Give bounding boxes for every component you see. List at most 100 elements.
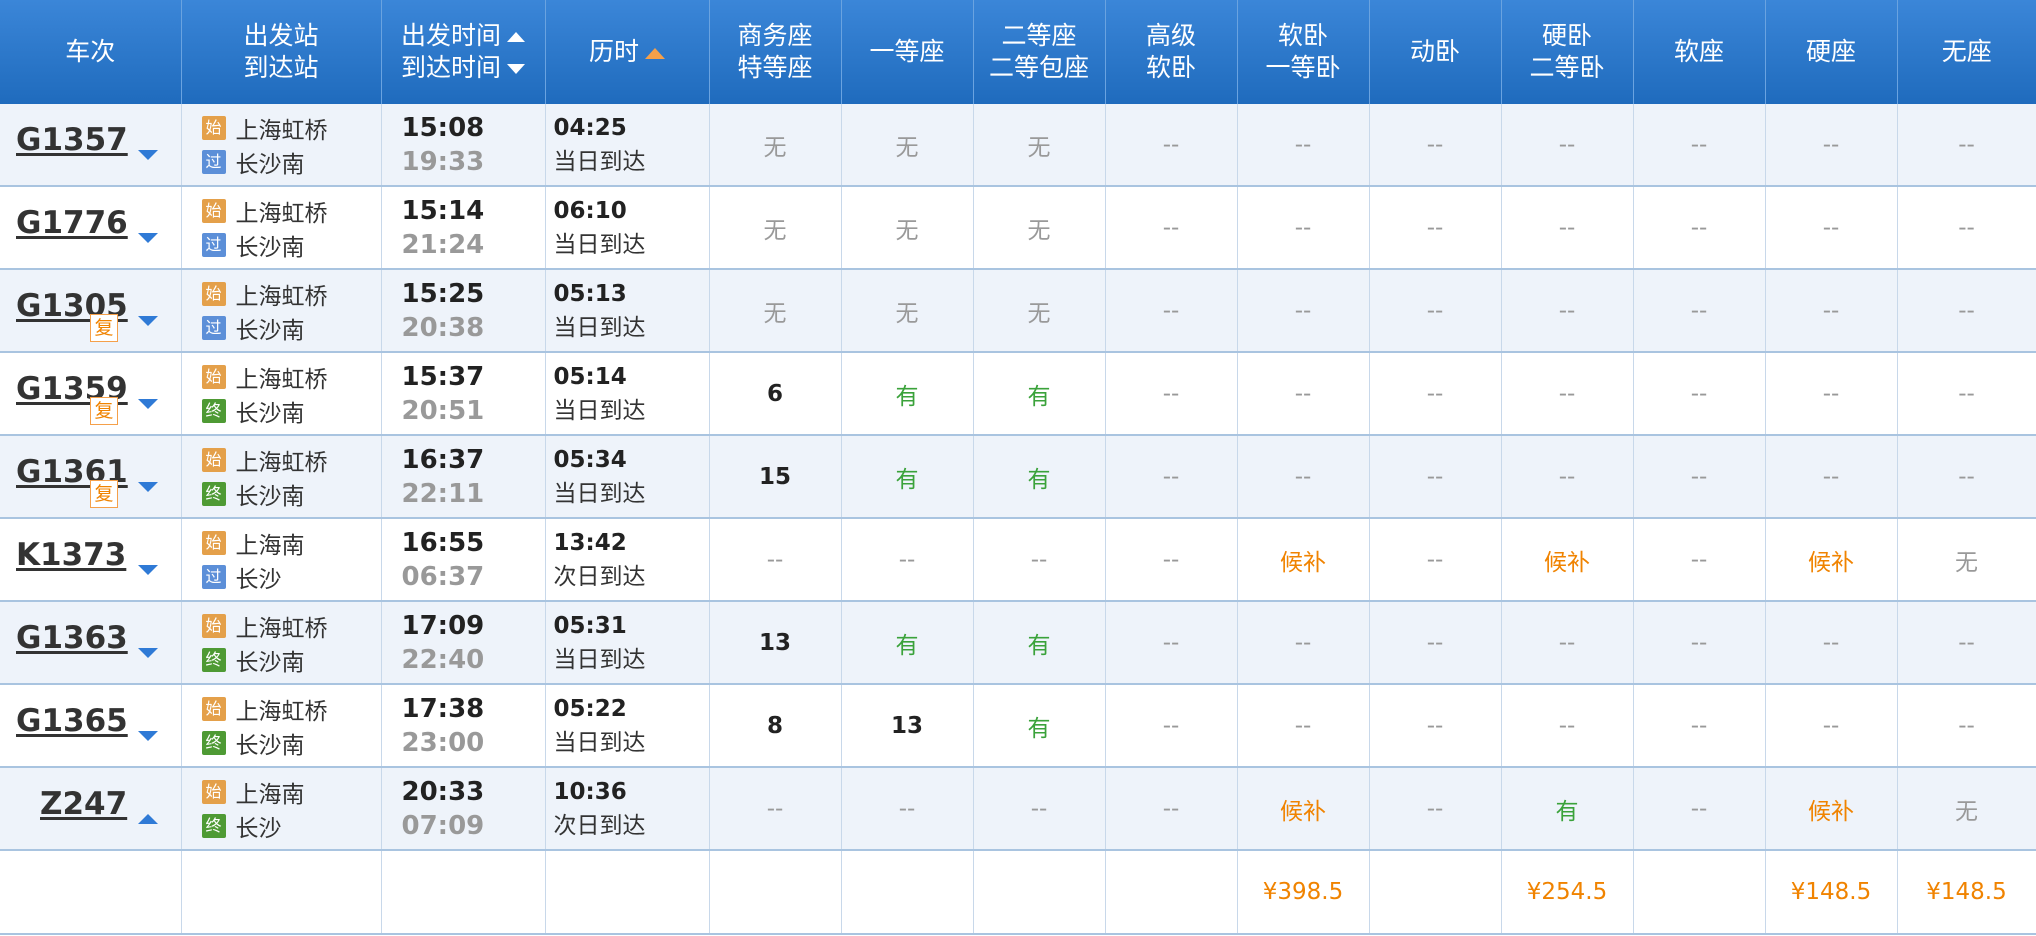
expand-stops-icon[interactable] [138,731,158,741]
seat-availability[interactable]: 候补 [1280,799,1326,825]
seat-cell[interactable]: 候补 [1237,518,1370,602]
seat-availability: -- [1690,629,1708,656]
expand-stops-icon[interactable] [138,565,158,575]
seat-cell[interactable]: 8 [709,684,842,768]
seat-cell[interactable]: 有 [841,352,974,436]
sort-duration[interactable]: 历时 [589,37,639,66]
seat-cell[interactable]: 有 [973,435,1106,519]
seat-availability[interactable]: 候补 [1544,550,1590,576]
seat-availability[interactable]: 13 [759,630,791,656]
seat-availability: -- [1294,297,1312,324]
collapse-stops-icon[interactable] [138,814,158,824]
arrive-time: 06:37 [401,561,485,592]
seat-availability[interactable]: 有 [896,633,919,659]
seat-cell[interactable]: 有 [1501,767,1634,851]
arrival-station: 终长沙南 [201,394,381,428]
arrival-day: 当日到达 [553,148,646,175]
seat-availability[interactable]: 有 [896,467,919,493]
arrival-station-name: 长沙南 [235,483,305,510]
duration-cell: 05:31 当日到达 [545,601,710,685]
col-duration[interactable]: 历时 [545,0,710,104]
header-label: 无座 [1941,37,1992,66]
seat-availability: -- [1558,131,1576,158]
train-number-link[interactable]: Z247 [40,786,127,822]
table-row: G1365 始上海虹桥终长沙南 17:38 23:00 05:22 当日到达 8 13 有 -- -… [0,684,2036,768]
seat-cell[interactable]: 有 [841,435,974,519]
seat-availability[interactable]: 候补 [1280,550,1326,576]
seat-cell: -- [841,767,974,851]
seat-availability[interactable]: 有 [1028,467,1051,493]
seat-availability[interactable]: 有 [1028,716,1051,742]
seat-cell: 无 [841,186,974,270]
seat-cell[interactable]: 候补 [1765,518,1898,602]
arrival-station-name: 长沙南 [235,317,305,344]
train-number-link[interactable]: G1365 [16,703,128,739]
times-cell: 15:14 21:24 [381,186,546,270]
station-start-badge: 始 [201,115,226,140]
train-number-link[interactable]: K1373 [16,537,126,573]
seat-cell[interactable]: 有 [841,601,974,685]
col-moving-sleeper: 动卧 [1369,0,1502,104]
sort-depart-time[interactable]: 出发时间 [401,21,501,50]
seat-availability[interactable]: 6 [767,381,783,407]
seat-availability: -- [1822,131,1840,158]
col-times[interactable]: 出发时间 到达时间 [381,0,546,104]
seat-availability[interactable]: 有 [1556,799,1579,825]
seat-cell: -- [1501,186,1634,270]
seat-cell[interactable]: 有 [973,684,1106,768]
table-row: G1359 复始上海虹桥终长沙南 15:37 20:51 05:14 当日到达 6 有有 -- -… [0,352,2036,436]
seat-availability: -- [1294,629,1312,656]
expand-stops-icon[interactable] [138,150,158,160]
seat-cell[interactable]: 候补 [1237,767,1370,851]
seat-cell: -- [1897,435,2036,519]
seat-availability[interactable]: 有 [896,384,919,410]
expand-stops-icon[interactable] [138,233,158,243]
seat-availability: -- [1958,463,1975,490]
seat-availability[interactable]: 13 [891,713,923,739]
stations-cell: 始上海南终长沙 [181,767,382,851]
arrival-station: 过长沙南 [201,311,381,345]
table-row: K1373 始上海南过长沙 16:55 06:37 13:42 次日到达 -- -- -- -- 候… [0,518,2036,602]
seat-availability[interactable]: 候补 [1808,550,1854,576]
seat-cell[interactable]: 6 [709,352,842,436]
duration-cell: 05:14 当日到达 [545,352,710,436]
sort-arrive-time[interactable]: 到达时间 [401,53,501,82]
expand-stops-icon[interactable] [138,316,158,326]
header-label: 硬座 [1805,37,1856,66]
sort-up-active-icon[interactable] [645,47,665,59]
seat-cell[interactable]: 候补 [1501,518,1634,602]
seat-availability: -- [1030,795,1048,822]
seat-cell[interactable]: 13 [709,601,842,685]
train-number-link[interactable]: G1363 [16,620,128,656]
seat-availability[interactable]: 候补 [1808,799,1854,825]
seat-cell: -- [1897,684,2036,768]
seat-availability[interactable]: 有 [1028,633,1051,659]
seat-cell: 无 [841,104,974,187]
seat-cell: -- [1633,104,1766,187]
seat-cell[interactable]: 15 [709,435,842,519]
expand-stops-icon[interactable] [138,482,158,492]
train-cell: G1365 [0,684,182,768]
stations-cell: 始上海虹桥终长沙南 [181,601,382,685]
seat-cell: -- [1369,186,1502,270]
train-number-link[interactable]: G1357 [16,122,128,158]
sort-up-icon[interactable] [507,32,525,42]
seat-availability[interactable]: 有 [1028,384,1051,410]
seat-cell[interactable]: 有 [973,601,1106,685]
seat-cell: -- [1501,269,1634,353]
sort-down-icon[interactable] [507,64,525,74]
seat-availability: -- [1162,131,1180,158]
seat-availability[interactable]: 8 [767,713,783,739]
seat-cell[interactable]: 候补 [1765,767,1898,851]
seat-cell[interactable]: 13 [841,684,974,768]
times-cell: 15:37 20:51 [381,352,546,436]
seat-cell[interactable]: 有 [973,352,1106,436]
expand-stops-icon[interactable] [138,399,158,409]
seat-availability[interactable]: 15 [759,464,791,490]
seat-availability: -- [1558,629,1576,656]
seat-availability: -- [1558,463,1576,490]
expand-stops-icon[interactable] [138,648,158,658]
departure-station: 始上海虹桥 [201,277,381,311]
seat-cell: -- [1765,435,1898,519]
train-number-link[interactable]: G1776 [16,205,128,241]
